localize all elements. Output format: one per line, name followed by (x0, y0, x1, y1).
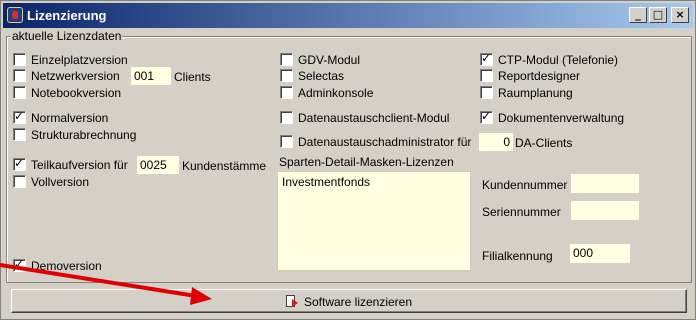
adminkonsole-checkbox[interactable] (280, 86, 293, 99)
app-icon (7, 7, 23, 23)
voll-checkbox[interactable] (13, 175, 26, 188)
clients-label: Clients (174, 70, 211, 84)
window-controls: _ □ × (629, 7, 689, 23)
maximize-button[interactable]: □ (649, 7, 667, 23)
selectas-checkbox[interactable] (280, 69, 293, 82)
seriennummer-input[interactable] (571, 201, 639, 220)
sparten-label: Sparten-Detail-Masken-Lizenzen (279, 155, 454, 169)
voll-label: Vollversion (31, 175, 90, 189)
kundennummer-input[interactable] (571, 174, 639, 193)
sparten-item[interactable]: Investmentfonds (282, 175, 466, 189)
netzwerk-label: Netzwerkversion (31, 69, 120, 83)
raum-label: Raumplanung (498, 86, 573, 100)
einzelplatz-label: Einzelplatzversion (31, 53, 128, 67)
gdv-checkbox[interactable] (280, 53, 293, 66)
clients-count-input[interactable]: 001 (131, 67, 171, 85)
struktur-checkbox[interactable] (13, 128, 26, 141)
ctp-label: CTP-Modul (Telefonie) (498, 53, 619, 67)
normal-checkbox[interactable] (13, 109, 26, 124)
window-title: Lizenzierung (27, 8, 107, 23)
dtaadmin-label: Datenaustauschadministrator für (298, 135, 472, 149)
da-clients-input[interactable]: 0 (479, 133, 513, 151)
dtaclient-checkbox[interactable] (280, 111, 293, 124)
dtaadmin-checkbox[interactable] (280, 135, 293, 148)
selectas-label: Selectas (298, 69, 345, 83)
da-clients-label: DA-Clients (515, 136, 573, 150)
ctp-checkbox[interactable] (480, 51, 493, 66)
gdv-label: GDV-Modul (298, 53, 361, 67)
seriennummer-label: Seriennummer (482, 205, 561, 219)
kundennummer-label: Kundennummer (482, 178, 568, 192)
close-button[interactable]: × (671, 7, 689, 23)
netzwerk-checkbox[interactable] (13, 69, 26, 82)
license-doc-icon (285, 295, 298, 308)
filialkennung-input[interactable]: 000 (570, 244, 630, 263)
dtaclient-label: Datenaustauschclient-Modul (298, 111, 450, 125)
adminkonsole-label: Adminkonsole (298, 86, 374, 100)
doku-checkbox[interactable] (480, 109, 493, 124)
filialkennung-label: Filialkennung (482, 249, 553, 263)
annotation-arrow-icon (0, 263, 212, 305)
normal-label: Normalversion (31, 111, 109, 125)
notebook-checkbox[interactable] (13, 86, 26, 99)
doku-label: Dokumentenverwaltung (498, 111, 625, 125)
teilkauf-label: Teilkaufversion für (31, 158, 128, 172)
kundenstaemme-label: Kundenstämme (182, 159, 267, 173)
report-checkbox[interactable] (480, 69, 493, 82)
kundenstaemme-input[interactable]: 0025 (137, 156, 179, 174)
group-label: aktuelle Lizenzdaten (11, 29, 123, 43)
raum-checkbox[interactable] (480, 86, 493, 99)
struktur-label: Strukturabrechnung (31, 128, 137, 142)
sparten-list[interactable]: Investmentfonds (277, 171, 471, 271)
notebook-label: Notebookversion (31, 86, 122, 100)
title-bar[interactable]: Lizenzierung _ □ × (3, 3, 693, 28)
einzelplatz-checkbox[interactable] (13, 53, 26, 66)
minimize-button[interactable]: _ (629, 7, 647, 23)
report-label: Reportdesigner (498, 69, 581, 83)
teilkauf-checkbox[interactable] (13, 156, 26, 171)
software-license-label: Software lizenzieren (303, 295, 413, 309)
